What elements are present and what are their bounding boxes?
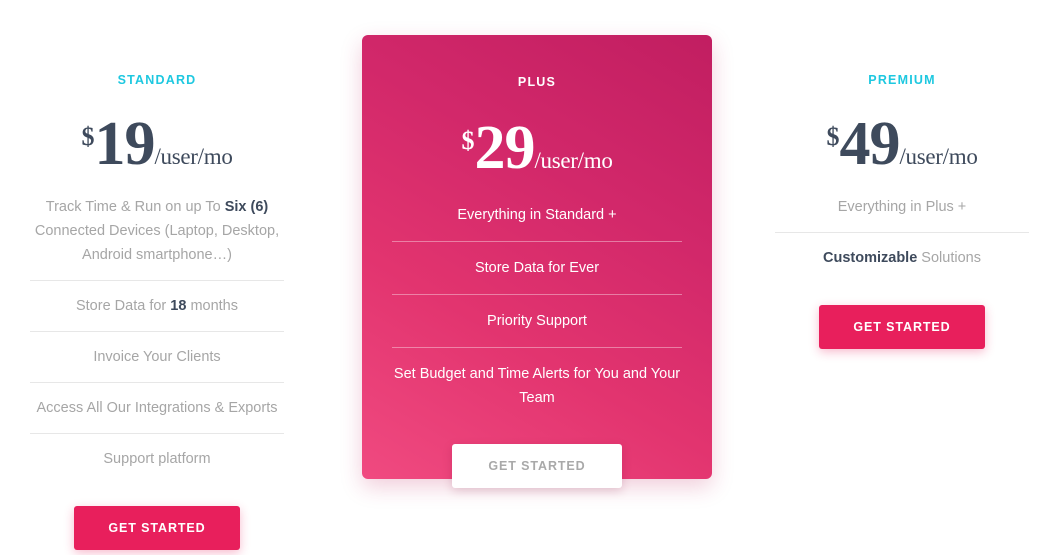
price-amount: 49: [839, 110, 900, 178]
price-period: /user/mo: [534, 148, 613, 174]
list-item: Priority Support: [392, 294, 682, 347]
pricing-card-premium: PREMIUM $ 49 /user/mo Everything in Plus…: [757, 55, 1047, 350]
pricing-card-plus: PLUS $ 29 /user/mo Everything in Standar…: [362, 35, 712, 489]
cta-holder: GET STARTED: [30, 506, 284, 551]
plan-price-plus: $ 29 /user/mo: [392, 114, 682, 182]
feature-text-prefix: Invoice Your Clients: [93, 349, 221, 366]
feature-text-prefix: Store Data for Ever: [474, 260, 600, 277]
cta-holder: GET STARTED: [392, 444, 682, 489]
feature-text-suffix: Solutions: [917, 250, 981, 267]
list-item: Store Data for 18 months: [30, 280, 284, 331]
get-started-button-plus[interactable]: GET STARTED: [452, 444, 622, 489]
currency-symbol: $: [826, 122, 840, 151]
currency-symbol: $: [461, 126, 475, 155]
feature-list-premium: Everything in Plus + Customizable Soluti…: [775, 195, 1029, 283]
feature-list-standard: Track Time & Run on up To Six (6) Connec…: [30, 195, 284, 484]
price-amount: 29: [474, 114, 535, 182]
plan-price-premium: $ 49 /user/mo: [775, 110, 1029, 178]
list-item: Everything in Plus +: [775, 195, 1029, 232]
list-item: Set Budget and Time Alerts for You and Y…: [392, 347, 682, 424]
list-item: Everything in Standard +: [392, 203, 682, 241]
price-period: /user/mo: [154, 144, 233, 170]
price-period: /user/mo: [899, 144, 978, 170]
feature-text-prefix: Access All Our Integrations & Exports: [36, 400, 278, 417]
feature-text-strong: Six (6): [224, 199, 269, 216]
feature-text-prefix: Everything in Plus +: [837, 199, 967, 216]
feature-text-suffix: months: [186, 298, 239, 315]
feature-text-prefix: Support platform: [103, 451, 211, 468]
price-amount: 19: [94, 110, 155, 178]
feature-text-strong: Customizable: [823, 250, 918, 267]
list-item: Store Data for Ever: [392, 241, 682, 294]
cta-holder: GET STARTED: [775, 305, 1029, 350]
list-item: Support platform: [30, 433, 284, 484]
feature-text-suffix: Connected Devices (Laptop, Desktop, Andr…: [34, 223, 280, 264]
feature-text-prefix: Store Data for: [75, 298, 171, 315]
pricing-card-standard: STANDARD $ 19 /user/mo Track Time & Run …: [12, 55, 302, 551]
list-item: Access All Our Integrations & Exports: [30, 382, 284, 433]
feature-list-plus: Everything in Standard + Store Data for …: [392, 203, 682, 424]
feature-text-prefix: Everything in Standard +: [457, 207, 617, 224]
plan-price-standard: $ 19 /user/mo: [30, 110, 284, 178]
feature-text-prefix: Set Budget and Time Alerts for You and Y…: [393, 366, 681, 407]
feature-text-strong: 18: [170, 298, 187, 315]
plan-name-plus: PLUS: [517, 75, 557, 89]
list-item: Customizable Solutions: [775, 232, 1029, 283]
list-item: Track Time & Run on up To Six (6) Connec…: [30, 195, 284, 280]
pricing-table: STANDARD $ 19 /user/mo Track Time & Run …: [0, 0, 1059, 555]
get-started-button-standard[interactable]: GET STARTED: [74, 506, 240, 551]
plan-name-premium: PREMIUM: [868, 73, 936, 87]
list-item: Invoice Your Clients: [30, 331, 284, 382]
feature-text-prefix: Priority Support: [487, 313, 587, 330]
feature-text-prefix: Track Time & Run on up To: [45, 199, 225, 216]
get-started-button-premium[interactable]: GET STARTED: [819, 305, 985, 350]
currency-symbol: $: [81, 122, 95, 151]
plan-name-standard: STANDARD: [117, 73, 197, 87]
